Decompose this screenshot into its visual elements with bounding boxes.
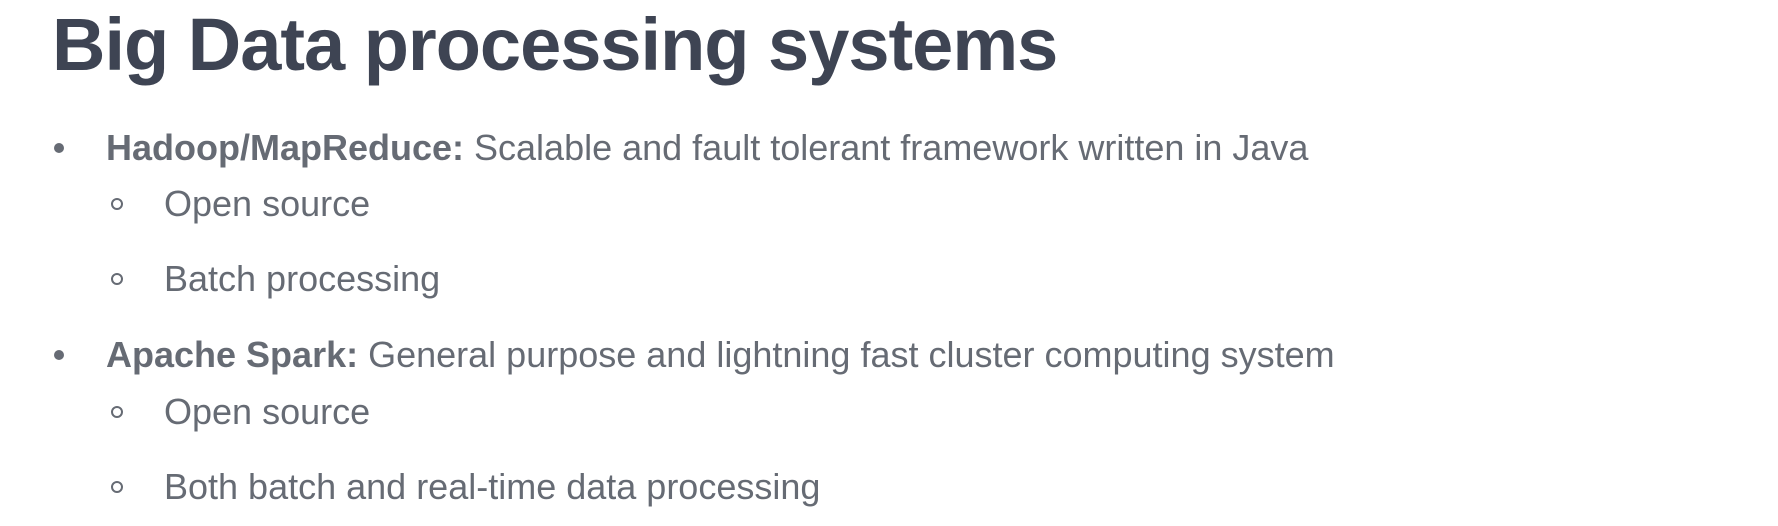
sub-bullet-text: Both batch and real-time data processing <box>164 466 821 507</box>
sub-bullet-item: Open source <box>111 390 371 434</box>
sub-bullet-text: Batch processing <box>164 258 441 299</box>
bullet-text: Scalable and fault tolerant framework wr… <box>464 127 1309 168</box>
bullet-lead: Hadoop/MapReduce: <box>106 127 465 168</box>
bullet-item-spark: Apache Spark: General purpose and lightn… <box>54 333 1335 377</box>
sub-bullet-item: Both batch and real-time data processing <box>111 465 821 509</box>
bullet-text: General purpose and lightning fast clust… <box>358 334 1335 375</box>
sub-bullet-text: Open source <box>164 391 371 432</box>
hollow-bullet-icon <box>111 481 123 493</box>
slide: Big Data processing systems Hadoop/MapRe… <box>0 0 1778 526</box>
slide-title: Big Data processing systems <box>52 3 1058 86</box>
sub-bullet-item: Batch processing <box>111 257 441 301</box>
hollow-bullet-icon <box>111 273 123 285</box>
hollow-bullet-icon <box>111 406 123 418</box>
sub-bullet-item: Open source <box>111 182 371 226</box>
bullet-lead: Apache Spark: <box>106 334 359 375</box>
filled-bullet-icon <box>54 350 64 360</box>
hollow-bullet-icon <box>111 198 123 210</box>
sub-bullet-text: Open source <box>164 183 371 224</box>
bullet-item-hadoop: Hadoop/MapReduce: Scalable and fault tol… <box>54 126 1309 170</box>
filled-bullet-icon <box>54 143 64 153</box>
